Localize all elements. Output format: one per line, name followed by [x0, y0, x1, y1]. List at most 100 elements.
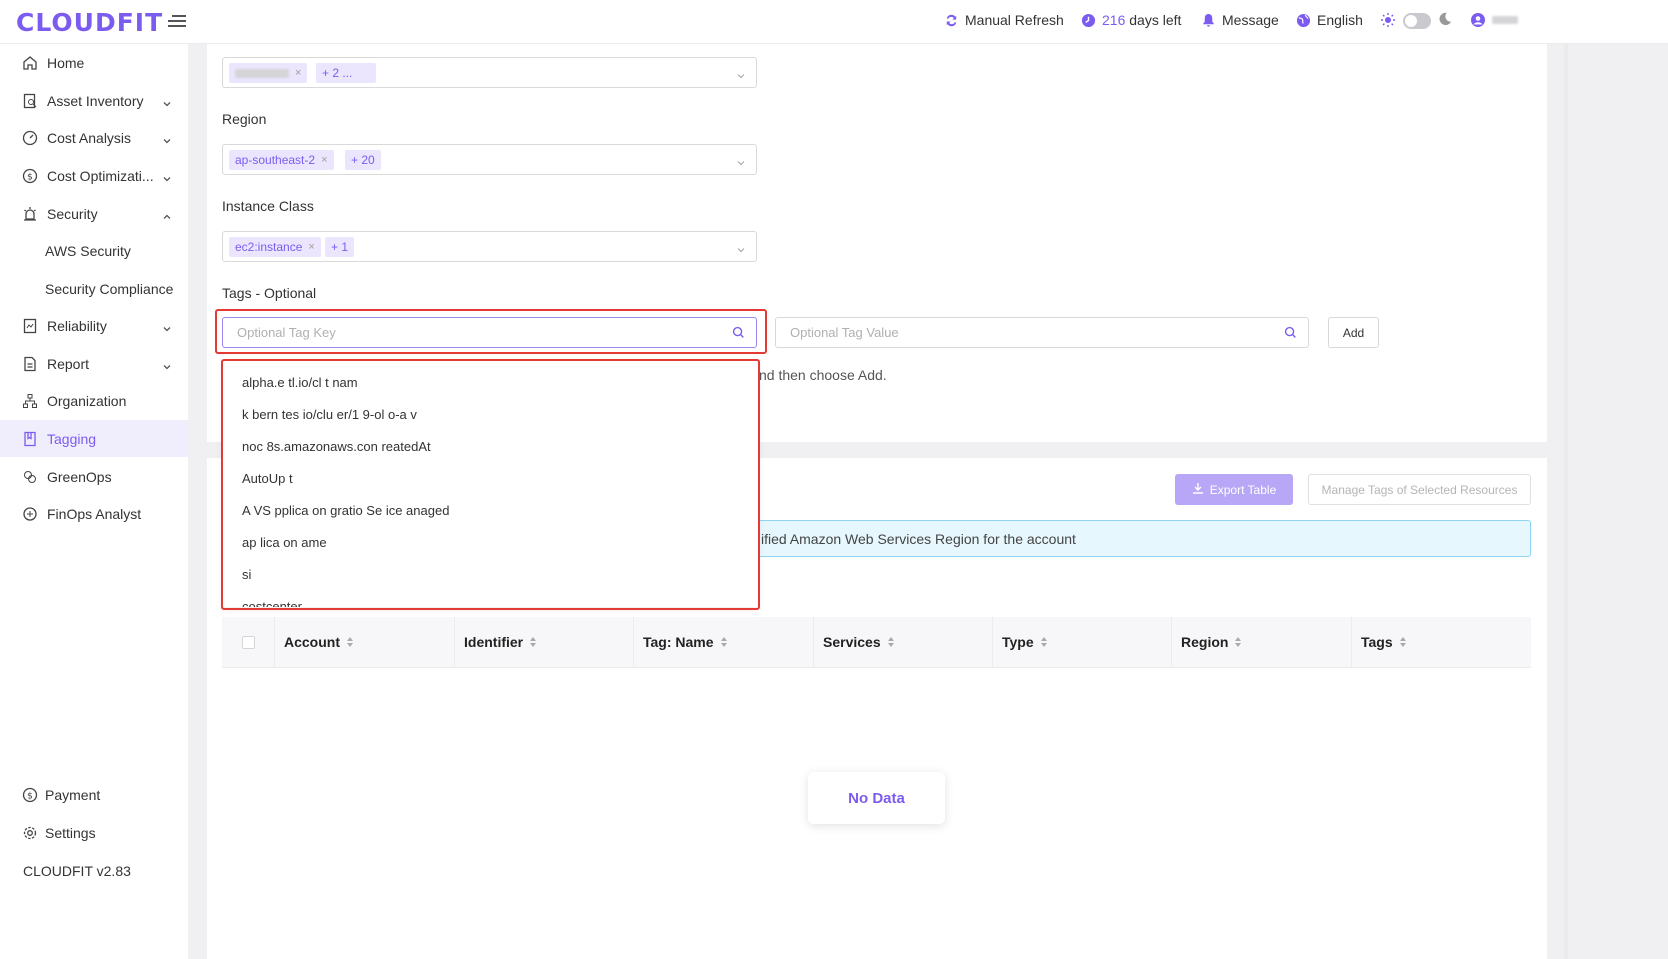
sidebar-item-label: Asset Inventory — [47, 92, 144, 109]
alarm-icon — [22, 206, 38, 222]
dashboard-icon — [22, 130, 38, 146]
tag-value-input[interactable]: Optional Tag Value — [775, 317, 1309, 348]
close-icon[interactable]: × — [295, 67, 301, 79]
language-label: English — [1317, 12, 1363, 28]
menu-toggle-icon[interactable] — [168, 12, 186, 30]
sidebar-item-report[interactable]: Report — [0, 345, 188, 382]
sidebar-item-asset-inventory[interactable]: Asset Inventory — [0, 82, 188, 119]
sort-icon — [1235, 637, 1242, 647]
instance-class-tag-label: ec2:instance — [235, 240, 303, 254]
sidebar-item-tagging[interactable]: Tagging — [0, 420, 188, 457]
sidebar-item-label: Security — [47, 205, 98, 222]
column-header-tags[interactable]: Tags — [1361, 634, 1407, 650]
chevron-down-icon — [162, 321, 172, 332]
highlight-dropdown — [221, 359, 760, 610]
sidebar-item-cost-analysis[interactable]: Cost Analysis — [0, 119, 188, 156]
column-label: Type — [1002, 634, 1034, 650]
instance-class-select[interactable]: ec2:instance × + 1 — [222, 231, 757, 262]
column-header-services[interactable]: Services — [823, 634, 895, 650]
column-label: Account — [284, 634, 340, 650]
tags-label: Tags - Optional — [222, 285, 317, 301]
sidebar-item-label: AWS Security — [45, 242, 131, 259]
export-table-button[interactable]: Export Table — [1175, 474, 1293, 505]
close-icon[interactable]: × — [321, 154, 327, 166]
chevron-down-icon — [736, 155, 746, 166]
license-days: 216 days left — [1080, 12, 1181, 28]
region-tag[interactable]: ap-southeast-2 × — [229, 150, 334, 170]
analyst-icon — [22, 506, 38, 522]
sidebar-item-label: Report — [47, 355, 90, 372]
sidebar-item-label: Security Compliance — [45, 280, 174, 297]
chevron-down-icon — [162, 359, 172, 370]
sidebar-item-aws-security[interactable]: AWS Security — [0, 232, 188, 269]
sort-icon — [1040, 637, 1047, 647]
sidebar-item-settings[interactable]: Settings — [0, 814, 188, 851]
sidebar-item-cost-optimization[interactable]: $ Cost Optimizati... — [0, 157, 188, 194]
column-label: Tags — [1361, 634, 1393, 650]
manual-refresh-label: Manual Refresh — [965, 12, 1064, 28]
manage-tags-button[interactable]: Manage Tags of Selected Resources — [1308, 474, 1531, 505]
app-logo[interactable]: CLOUDFIT — [16, 8, 163, 37]
account-select[interactable]: × + 2 ... — [222, 57, 757, 88]
search-icon — [1284, 326, 1298, 340]
org-icon — [22, 393, 38, 409]
svg-text:$: $ — [27, 173, 33, 183]
region-select[interactable]: ap-southeast-2 × + 20 — [222, 144, 757, 175]
column-label: Identifier — [464, 634, 524, 650]
sidebar-item-security[interactable]: Security — [0, 195, 188, 232]
user-menu[interactable] — [1470, 12, 1518, 28]
app-version: CLOUDFIT v2.83 — [23, 863, 131, 879]
account-tag[interactable]: × — [229, 63, 308, 83]
column-header-identifier[interactable]: Identifier — [464, 634, 537, 650]
sidebar-item-security-compliance[interactable]: Security Compliance — [0, 270, 188, 307]
moon-icon — [1438, 12, 1452, 26]
export-table-label: Export Table — [1209, 482, 1277, 497]
sidebar-item-reliability[interactable]: Reliability — [0, 307, 188, 344]
column-header-tag-name[interactable]: Tag: Name — [643, 634, 728, 650]
dollar-icon: $ — [22, 168, 38, 184]
tag-value-placeholder: Optional Tag Value — [790, 325, 899, 340]
no-data-message: No Data — [808, 772, 945, 824]
add-tag-button[interactable]: Add — [1328, 317, 1379, 348]
language-selector[interactable]: English — [1295, 12, 1363, 28]
dollar-icon: $ — [22, 787, 38, 803]
sidebar-item-label: FinOps Analyst — [47, 505, 142, 522]
column-header-account[interactable]: Account — [284, 634, 354, 650]
chevron-down-icon — [162, 96, 172, 107]
svg-text:$: $ — [27, 792, 33, 802]
message-label: Message — [1222, 12, 1279, 28]
user-name-redacted — [1492, 16, 1518, 24]
sidebar-item-finops-analyst[interactable]: FinOps Analyst — [0, 495, 188, 532]
sidebar-item-greenops[interactable]: GreenOps — [0, 458, 188, 495]
globe-icon — [1295, 12, 1311, 28]
inventory-icon — [22, 93, 38, 109]
close-icon[interactable]: × — [308, 241, 314, 253]
chevron-up-icon — [162, 209, 172, 219]
manual-refresh-button[interactable]: Manual Refresh — [943, 12, 1064, 28]
sidebar-item-organization[interactable]: Organization — [0, 382, 188, 419]
chevron-down-icon — [162, 133, 172, 144]
tag-key-placeholder: Optional Tag Key — [237, 325, 336, 340]
message-button[interactable]: Message — [1200, 12, 1279, 28]
sidebar-item-label: Reliability — [47, 317, 107, 334]
sidebar-item-label: Organization — [47, 392, 127, 409]
download-icon — [1192, 482, 1204, 497]
tag-key-input[interactable]: Optional Tag Key — [222, 317, 757, 348]
leaf-icon — [22, 469, 38, 485]
page-scrollbar[interactable] — [1564, 44, 1568, 959]
reliability-icon — [22, 318, 38, 334]
user-avatar-icon — [1470, 12, 1486, 28]
sidebar-item-label: Cost Analysis — [47, 129, 132, 146]
sidebar-item-home[interactable]: Home — [0, 44, 188, 81]
report-icon — [22, 356, 38, 372]
sort-icon — [1399, 637, 1406, 647]
theme-toggle[interactable] — [1403, 13, 1431, 29]
instance-class-tag[interactable]: ec2:instance × — [229, 237, 321, 257]
column-header-region[interactable]: Region — [1181, 634, 1242, 650]
column-header-type[interactable]: Type — [1002, 634, 1048, 650]
table-header: Account Identifier Tag: Name Services Ty… — [222, 617, 1531, 668]
clock-icon — [1080, 12, 1096, 28]
region-label: Region — [222, 111, 267, 127]
sidebar-item-payment[interactable]: $ Payment — [0, 776, 188, 813]
select-all-checkbox[interactable] — [242, 636, 255, 649]
